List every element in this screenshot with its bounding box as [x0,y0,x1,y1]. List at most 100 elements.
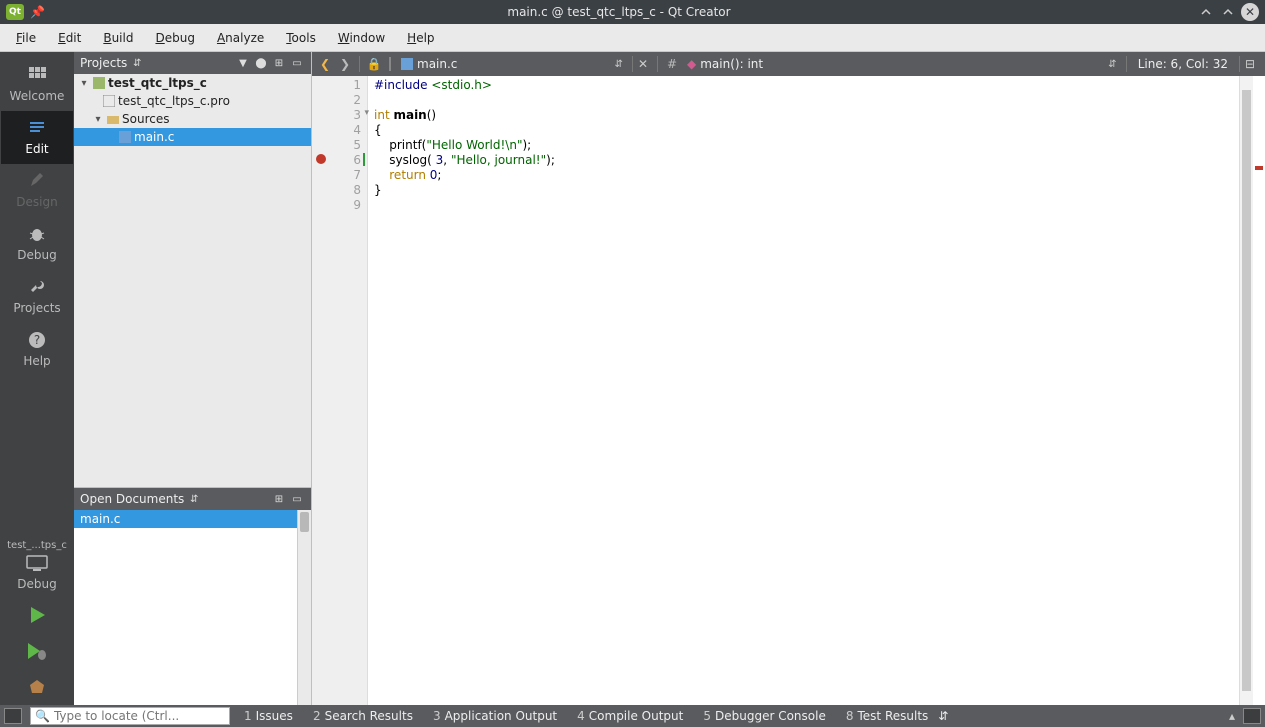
menu-help[interactable]: Help [397,27,444,49]
kit-config: Debug [0,577,74,591]
hash-icon[interactable]: # [663,55,681,73]
dropdown-icon[interactable]: ⇵ [129,55,145,71]
menu-debug[interactable]: Debug [145,27,204,49]
dropdown-icon[interactable]: ⇵ [186,491,202,507]
dropdown-icon[interactable]: ⇵ [615,59,623,70]
line-number[interactable]: 3 [312,108,367,123]
menu-analyze[interactable]: Analyze [207,27,274,49]
titlebar: Qt 📌 main.c @ test_qtc_ltps_c - Qt Creat… [0,0,1265,24]
toggle-sidebar-button[interactable] [4,708,22,724]
link-icon[interactable]: ⬤ [253,55,269,71]
open-documents-panel: Open Documents ⇵ ⊞ ▭ main.c [74,487,311,705]
output-compile-output[interactable]: 4Compile Output [571,709,689,723]
scrollbar-thumb[interactable] [300,512,309,532]
tree-pro-file[interactable]: test_qtc_ltps_c.pro [74,92,311,110]
line-number[interactable]: 7 [312,168,367,183]
code-text[interactable]: #include <stdio.h> int main() { printf("… [368,76,1265,705]
bug-icon [26,223,48,245]
add-split-icon[interactable]: ⊞ [271,55,287,71]
menu-edit[interactable]: Edit [48,27,91,49]
overview-ruler[interactable] [1253,76,1265,705]
scrollbar[interactable] [297,510,311,705]
output-search-results[interactable]: 2Search Results [307,709,419,723]
open-documents-label: Open Documents [80,492,184,506]
pin-icon[interactable]: 📌 [30,5,45,19]
mode-label: Welcome [10,89,65,103]
split-editor-button[interactable]: ⊟ [1245,57,1261,71]
open-document-item[interactable]: main.c [74,510,311,528]
expand-arrow-icon[interactable]: ▾ [78,78,90,89]
line-column-indicator[interactable]: Line: 6, Col: 32 [1132,57,1234,71]
mode-label: Design [16,195,57,209]
run-button[interactable] [1,597,73,633]
project-name: test_qtc_ltps_c [108,76,207,90]
close-panel-icon[interactable]: ▭ [289,491,305,507]
lock-icon[interactable]: 🔒 [365,55,383,73]
chevron-up-icon[interactable]: ▴ [1229,709,1235,723]
mode-label: Help [23,354,50,368]
locator-field[interactable] [54,709,225,723]
nav-back-button[interactable]: ❮ [316,55,334,73]
tree-source-file[interactable]: main.c [74,128,311,146]
line-number[interactable]: 1 [312,78,367,93]
kit-selector[interactable]: test_...tps_c Debug [0,534,74,597]
mode-projects[interactable]: Projects [1,270,73,323]
mode-design: Design [1,164,73,217]
main-area: Welcome Edit Design Debug Projects ? Hel… [0,52,1265,705]
menu-window[interactable]: Window [328,27,395,49]
output-application-output[interactable]: 3Application Output [427,709,563,723]
project-tree[interactable]: ▾ test_qtc_ltps_c test_qtc_ltps_c.pro ▾ … [74,74,311,487]
menu-file[interactable]: File [6,27,46,49]
dropdown-icon[interactable]: ⇵ [938,709,948,723]
build-button[interactable] [1,669,73,705]
mode-bar: Welcome Edit Design Debug Projects ? Hel… [0,52,74,705]
breakpoint-icon[interactable] [316,154,326,164]
search-icon: 🔍 [35,709,50,723]
file-selector[interactable]: main.c ⇵ [397,57,627,71]
editor-scrollbar[interactable] [1239,76,1253,705]
current-line-marker [363,153,365,166]
mode-help[interactable]: ? Help [1,323,73,376]
wrench-icon [26,276,48,298]
editor-pane: ❮ ❯ 🔒 main.c ⇵ ✕ # ◆ main(): int ⇵ Line [312,52,1265,705]
mode-edit[interactable]: Edit [1,111,73,164]
menu-tools[interactable]: Tools [276,27,326,49]
tree-project-root[interactable]: ▾ test_qtc_ltps_c [74,74,311,92]
expand-arrow-icon[interactable]: ▾ [92,114,104,125]
error-marker[interactable] [1255,166,1263,170]
line-gutter[interactable]: 1 2 3 4 5 6 7 8 9 ▾ [312,76,368,705]
menu-build[interactable]: Build [93,27,143,49]
editor-toolbar: ❮ ❯ 🔒 main.c ⇵ ✕ # ◆ main(): int ⇵ Line [312,52,1265,76]
line-number[interactable]: 4 [312,123,367,138]
line-number[interactable]: 8 [312,183,367,198]
nav-forward-button[interactable]: ❯ [336,55,354,73]
filter-icon[interactable]: ▼ [235,55,251,71]
scrollbar-thumb[interactable] [1242,90,1251,691]
maximize-button[interactable] [1219,3,1237,21]
line-number[interactable]: 2 [312,93,367,108]
sources-label: Sources [122,112,169,126]
diamond-icon: ◆ [687,57,696,71]
tree-sources-folder[interactable]: ▾ Sources [74,110,311,128]
code-editor[interactable]: 1 2 3 4 5 6 7 8 9 ▾ #include <stdio.h> i… [312,76,1265,705]
projects-label: Projects [80,56,127,70]
output-test-results[interactable]: 8Test Results⇵ [840,709,954,723]
output-debugger-console[interactable]: 5Debugger Console [697,709,832,723]
minimize-button[interactable] [1197,3,1215,21]
output-issues[interactable]: 1Issues [238,709,299,723]
run-debug-button[interactable] [1,633,73,669]
symbol-selector[interactable]: ◆ main(): int ⇵ [683,57,1121,71]
locator-input[interactable]: 🔍 [30,707,230,725]
dropdown-icon[interactable]: ⇵ [1108,59,1116,70]
close-button[interactable]: ✕ [1241,3,1259,21]
open-documents-list[interactable]: main.c [74,510,311,705]
toggle-right-sidebar-button[interactable] [1243,708,1261,724]
close-document-button[interactable]: ✕ [638,57,652,71]
mode-welcome[interactable]: Welcome [1,58,73,111]
line-number[interactable]: 9 [312,198,367,213]
mode-debug[interactable]: Debug [1,217,73,270]
add-split-icon[interactable]: ⊞ [271,491,287,507]
close-panel-icon[interactable]: ▭ [289,55,305,71]
line-number[interactable]: 5 [312,138,367,153]
current-file-name: main.c [417,57,457,71]
